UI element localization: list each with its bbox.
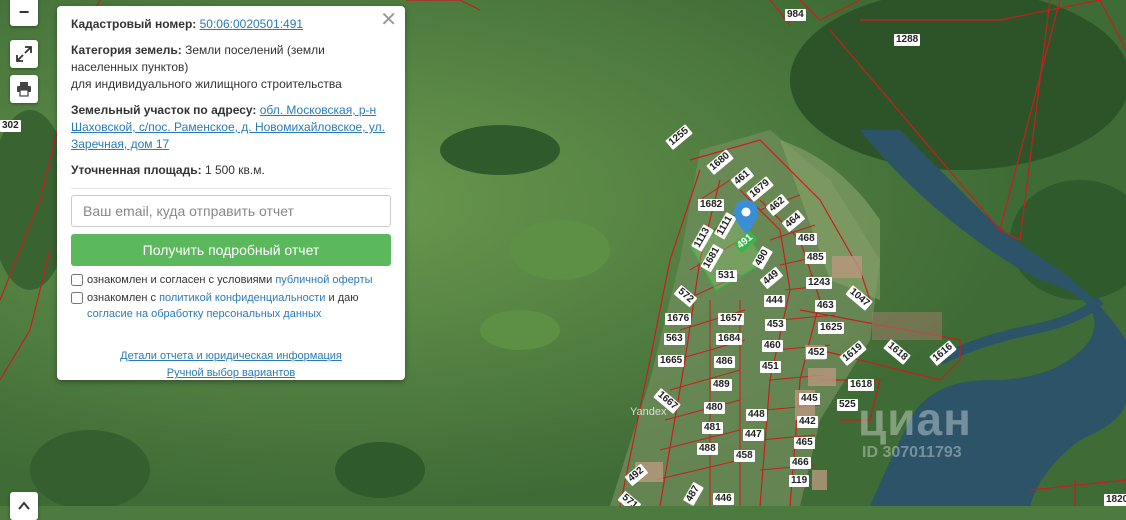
- plot-label[interactable]: 458: [734, 450, 755, 462]
- plot-label[interactable]: 446: [713, 493, 734, 505]
- plot-label[interactable]: 1657: [718, 313, 745, 325]
- address-row: Земельный участок по адресу: обл. Москов…: [71, 102, 391, 153]
- plot-label[interactable]: 1682: [698, 199, 725, 211]
- plot-label[interactable]: 466: [790, 457, 811, 469]
- plot-label[interactable]: 488: [697, 443, 718, 455]
- expand-icon: [16, 46, 32, 62]
- personal-data-consent-link[interactable]: согласие на обработку персональных данны…: [87, 308, 321, 320]
- zoom-out-button[interactable]: −: [10, 0, 38, 26]
- area-row: Уточненная площадь: 1 500 кв.м.: [71, 162, 391, 179]
- map-attribution: Yandex: [630, 406, 667, 418]
- plot-label[interactable]: 448: [746, 409, 767, 421]
- printer-icon: [17, 82, 31, 97]
- cadastral-number-link[interactable]: 50:06:0020501:491: [200, 17, 303, 31]
- plot-label[interactable]: 481: [702, 422, 723, 434]
- watermark: циан: [858, 393, 972, 445]
- plot-label[interactable]: 1684: [716, 333, 743, 345]
- privacy-consent-text-2: и даю: [328, 292, 359, 304]
- offer-consent-row: ознакомлен и согласен с условиями публич…: [71, 272, 391, 288]
- scroll-up-button[interactable]: [10, 492, 38, 520]
- email-input[interactable]: [71, 195, 391, 227]
- fullscreen-button[interactable]: [10, 40, 38, 68]
- cadastral-number-label: Кадастровый номер:: [71, 17, 197, 31]
- plot-label[interactable]: 447: [743, 429, 764, 441]
- land-usage-value: для индивидуального жилищного строительс…: [71, 77, 342, 91]
- report-details-link[interactable]: Детали отчета и юридическая информация: [71, 348, 391, 365]
- map-pin-icon: [734, 200, 758, 234]
- plot-label[interactable]: 463: [815, 300, 836, 312]
- area-label: Уточненная площадь:: [71, 163, 202, 177]
- public-offer-link[interactable]: публичной оферты: [275, 274, 372, 286]
- minus-icon: −: [18, 1, 30, 22]
- plot-label[interactable]: 1665: [658, 355, 685, 367]
- plot-label[interactable]: 460: [762, 340, 783, 352]
- plot-label[interactable]: 1820: [1104, 494, 1126, 506]
- plot-label[interactable]: 465: [794, 437, 815, 449]
- plot-label[interactable]: 1625: [818, 322, 845, 334]
- privacy-consent-text: ознакомлен с: [87, 292, 157, 304]
- plot-label[interactable]: 1618: [848, 379, 875, 391]
- plot-label[interactable]: 119: [789, 475, 810, 487]
- divider: [71, 188, 391, 189]
- address-label: Земельный участок по адресу:: [71, 103, 257, 117]
- watermark-id: ID 307011793: [862, 444, 962, 461]
- land-category-label: Категория земель:: [71, 43, 182, 57]
- privacy-consent-checkbox[interactable]: [71, 292, 83, 304]
- plot-label[interactable]: 451: [760, 361, 781, 373]
- land-category-row: Категория земель: Земли поселений (земли…: [71, 42, 391, 93]
- plot-label[interactable]: 525: [837, 399, 858, 411]
- plot-label[interactable]: 480: [704, 402, 725, 414]
- footer-links: Детали отчета и юридическая информация Р…: [71, 348, 391, 382]
- plot-label[interactable]: 1288: [894, 34, 921, 46]
- plot-label[interactable]: 563: [664, 333, 685, 345]
- plot-label[interactable]: 452: [806, 347, 827, 359]
- plot-label[interactable]: 453: [765, 319, 786, 331]
- plot-label[interactable]: 489: [711, 379, 732, 391]
- plot-label[interactable]: 485: [805, 252, 826, 264]
- plot-label[interactable]: 302: [0, 120, 21, 132]
- cadastral-number-row: Кадастровый номер: 50:06:0020501:491: [71, 16, 391, 33]
- manual-selection-link[interactable]: Ручной выбор вариантов: [71, 365, 391, 382]
- plot-label[interactable]: 442: [797, 416, 818, 428]
- area-value: 1 500 кв.м.: [204, 163, 265, 177]
- plot-label[interactable]: 1676: [665, 313, 692, 325]
- privacy-consent-row: ознакомлен с политикой конфиденциальност…: [71, 290, 391, 322]
- print-button[interactable]: [10, 75, 38, 103]
- get-report-button[interactable]: Получить подробный отчет: [71, 234, 391, 266]
- plot-label[interactable]: 531: [716, 270, 737, 282]
- close-icon[interactable]: ✕: [380, 10, 397, 30]
- plot-label[interactable]: 468: [796, 233, 817, 245]
- offer-consent-checkbox[interactable]: [71, 274, 83, 286]
- plot-label[interactable]: 984: [785, 9, 806, 21]
- plot-label[interactable]: 444: [764, 295, 785, 307]
- plot-label[interactable]: 445: [799, 393, 820, 405]
- plot-label[interactable]: 1243: [806, 277, 833, 289]
- offer-consent-text: ознакомлен и согласен с условиями: [87, 274, 273, 286]
- parcel-info-panel: ✕ Кадастровый номер: 50:06:0020501:491 К…: [57, 6, 405, 380]
- plot-label[interactable]: 486: [714, 356, 735, 368]
- privacy-policy-link[interactable]: политикой конфиденциальности: [159, 292, 325, 304]
- chevron-up-icon: [18, 501, 30, 510]
